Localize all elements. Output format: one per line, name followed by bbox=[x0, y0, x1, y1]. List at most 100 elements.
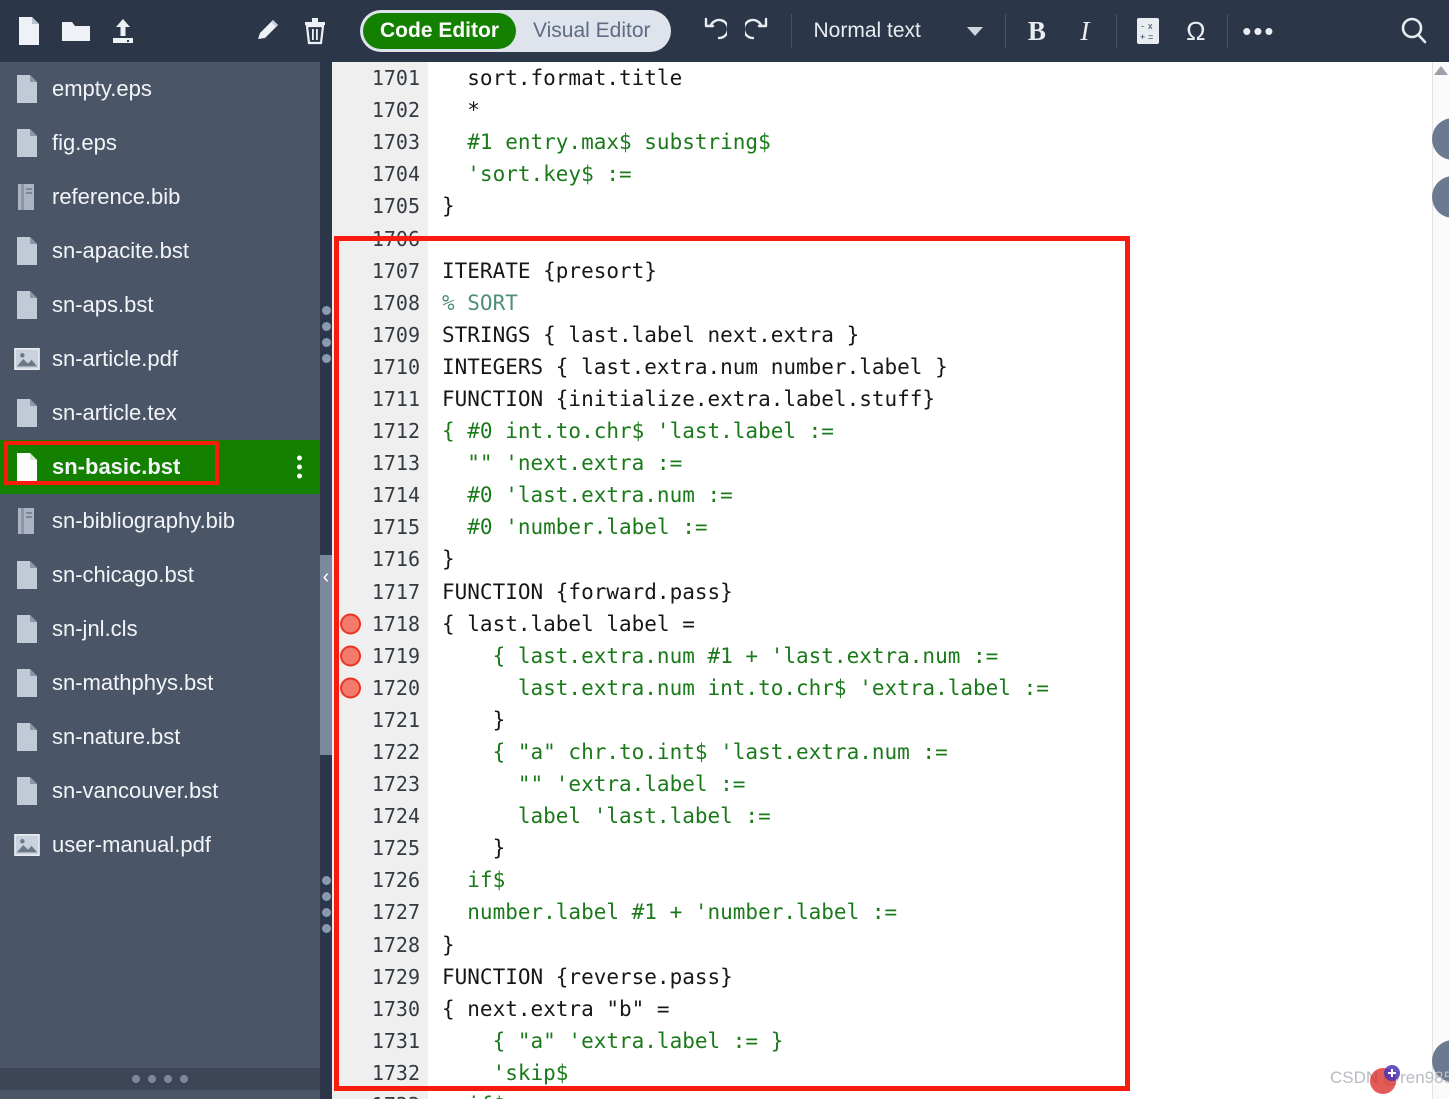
code-line[interactable]: 1701 sort.format.title bbox=[332, 62, 1432, 94]
code-line[interactable]: 1727 number.label #1 + 'number.label := bbox=[332, 896, 1432, 928]
code-line[interactable]: 1731 { "a" 'extra.label := } bbox=[332, 1025, 1432, 1057]
file-item-sn-apacite-bst[interactable]: sn-apacite.bst bbox=[0, 224, 320, 278]
tab-code-editor[interactable]: Code Editor bbox=[363, 13, 516, 49]
code-line[interactable]: 1710 INTEGERS { last.extra.num number.lab… bbox=[332, 351, 1432, 383]
line-number: 1730 bbox=[371, 996, 420, 1021]
code-line[interactable]: 1729 FUNCTION {reverse.pass} bbox=[332, 961, 1432, 993]
file-icon bbox=[14, 398, 40, 428]
code-editor-pane[interactable]: 1701 sort.format.title 1702 * 1703 #1 entr… bbox=[332, 62, 1432, 1099]
file-item-label: sn-article.pdf bbox=[52, 346, 178, 371]
file-item-reference-bib[interactable]: reference.bib bbox=[0, 170, 320, 224]
file-item-sn-article-pdf[interactable]: sn-article.pdf bbox=[0, 332, 320, 386]
code-line-text: { #0 int.to.chr$ 'last.label := bbox=[442, 419, 834, 444]
code-line[interactable]: 1709 STRINGS { last.label next.extra } bbox=[332, 319, 1432, 351]
file-item-sn-nature-bst[interactable]: sn-nature.bst bbox=[0, 710, 320, 764]
new-file-icon[interactable] bbox=[14, 13, 45, 49]
code-line[interactable]: 1717 FUNCTION {forward.pass} bbox=[332, 576, 1432, 608]
file-item-sn-jnl-cls[interactable]: sn-jnl.cls bbox=[0, 602, 320, 656]
sidebar-resize-handle-top[interactable] bbox=[321, 306, 331, 363]
code-line-text: INTEGERS { last.extra.num number.label } bbox=[442, 354, 948, 379]
editor-mode-toggle[interactable]: Code Editor Visual Editor bbox=[360, 10, 671, 52]
sidebar-resize-handle-bottom[interactable] bbox=[321, 876, 331, 933]
file-item-sn-article-tex[interactable]: sn-article.tex bbox=[0, 386, 320, 440]
bold-button[interactable]: B bbox=[1020, 13, 1054, 49]
line-number: 1703 bbox=[371, 130, 420, 155]
image-icon bbox=[14, 830, 40, 860]
code-line[interactable]: 1725 } bbox=[332, 832, 1432, 864]
file-item-sn-aps-bst[interactable]: sn-aps.bst bbox=[0, 278, 320, 332]
breakpoint-marker[interactable] bbox=[340, 613, 361, 635]
code-line[interactable]: 1722 { "a" chr.to.int$ 'last.extra.num :… bbox=[332, 736, 1432, 768]
file-item-user-manual-pdf[interactable]: user-manual.pdf bbox=[0, 818, 320, 872]
search-icon[interactable] bbox=[1397, 13, 1431, 49]
code-line[interactable]: 1730 { next.extra "b" = bbox=[332, 993, 1432, 1025]
file-icon bbox=[14, 776, 40, 806]
sidebar-horizontal-resize-handle[interactable] bbox=[0, 1068, 320, 1090]
file-item-fig-eps[interactable]: fig.eps bbox=[0, 116, 320, 170]
code-line-text: } bbox=[442, 194, 455, 219]
chevron-down-icon bbox=[966, 26, 983, 36]
code-line[interactable]: 1721 } bbox=[332, 704, 1432, 736]
tab-visual-editor[interactable]: Visual Editor bbox=[516, 13, 668, 49]
new-folder-icon[interactable] bbox=[61, 13, 92, 49]
code-line[interactable]: 1720 last.extra.num int.to.chr$ 'extra.l… bbox=[332, 672, 1432, 704]
code-line[interactable]: 1715 #0 'number.label := bbox=[332, 511, 1432, 543]
file-item-empty-eps[interactable]: empty.eps bbox=[0, 62, 320, 116]
text-style-dropdown[interactable]: Normal text bbox=[806, 19, 991, 43]
code-line[interactable]: 1733 if$ bbox=[332, 1089, 1432, 1099]
code-line[interactable]: 1704 'sort.key$ := bbox=[332, 158, 1432, 190]
special-character-icon[interactable]: Ω bbox=[1179, 13, 1213, 49]
upload-icon[interactable] bbox=[107, 13, 138, 49]
code-line-text: } bbox=[442, 932, 455, 957]
file-item-sn-bibliography-bib[interactable]: sn-bibliography.bib bbox=[0, 494, 320, 548]
file-options-kebab-icon[interactable] bbox=[297, 455, 302, 479]
image-icon bbox=[14, 344, 40, 374]
code-line-text: #0 'last.extra.num := bbox=[442, 483, 733, 508]
line-number: 1721 bbox=[371, 707, 420, 732]
text-style-label: Normal text bbox=[813, 19, 921, 42]
code-line[interactable]: 1723 "" 'extra.label := bbox=[332, 768, 1432, 800]
code-line[interactable]: 1703 #1 entry.max$ substring$ bbox=[332, 126, 1432, 158]
math-icon[interactable]: - x + = bbox=[1131, 13, 1165, 49]
breakpoint-marker[interactable] bbox=[340, 677, 361, 699]
code-line[interactable]: 1708 % SORT bbox=[332, 287, 1432, 319]
redo-icon[interactable] bbox=[743, 13, 777, 49]
more-options-icon[interactable]: ••• bbox=[1242, 13, 1276, 49]
file-icon bbox=[14, 290, 40, 320]
breakpoint-marker[interactable] bbox=[340, 645, 361, 667]
line-number: 1732 bbox=[371, 1060, 420, 1085]
code-line[interactable]: 1706 bbox=[332, 222, 1432, 254]
scroll-up-arrow-icon[interactable] bbox=[1434, 66, 1448, 75]
file-icon bbox=[14, 722, 40, 752]
code-line[interactable]: 1707 ITERATE {presort} bbox=[332, 255, 1432, 287]
file-icon bbox=[14, 128, 40, 158]
undo-icon[interactable] bbox=[695, 13, 729, 49]
code-line[interactable]: 1713 "" 'next.extra := bbox=[332, 447, 1432, 479]
delete-icon[interactable] bbox=[299, 13, 330, 49]
line-number: 1707 bbox=[371, 258, 420, 283]
code-line[interactable]: 1728} bbox=[332, 929, 1432, 961]
code-line[interactable]: 1712 { #0 int.to.chr$ 'last.label := bbox=[332, 415, 1432, 447]
toolbar-divider-1 bbox=[790, 14, 792, 48]
editor-vertical-scrollbar[interactable] bbox=[1432, 62, 1449, 1099]
code-line[interactable]: 1726 if$ bbox=[332, 864, 1432, 896]
code-line[interactable]: 1714 #0 'last.extra.num := bbox=[332, 479, 1432, 511]
code-line[interactable]: 1702 * bbox=[332, 94, 1432, 126]
code-line[interactable]: 1719 { last.extra.num #1 + 'last.extra.n… bbox=[332, 640, 1432, 672]
file-item-sn-vancouver-bst[interactable]: sn-vancouver.bst bbox=[0, 764, 320, 818]
file-item-sn-mathphys-bst[interactable]: sn-mathphys.bst bbox=[0, 656, 320, 710]
code-line[interactable]: 1724 label 'last.label := bbox=[332, 800, 1432, 832]
code-lines-container[interactable]: 1701 sort.format.title 1702 * 1703 #1 entr… bbox=[332, 62, 1432, 1099]
code-line[interactable]: 1716} bbox=[332, 543, 1432, 575]
file-item-sn-basic-bst[interactable]: sn-basic.bst bbox=[0, 440, 320, 494]
code-line[interactable]: 1711 FUNCTION {initialize.extra.label.stu… bbox=[332, 383, 1432, 415]
file-sidebar[interactable]: empty.eps fig.eps reference.bib sn-apacite.… bbox=[0, 62, 320, 1099]
line-number: 1706 bbox=[371, 226, 420, 251]
rename-icon[interactable] bbox=[253, 13, 284, 49]
italic-button[interactable]: I bbox=[1068, 13, 1102, 49]
file-item-sn-chicago-bst[interactable]: sn-chicago.bst bbox=[0, 548, 320, 602]
line-number: 1716 bbox=[371, 547, 420, 572]
code-line[interactable]: 1718{ last.label label = bbox=[332, 608, 1432, 640]
code-line[interactable]: 1732 'skip$ bbox=[332, 1057, 1432, 1089]
code-line[interactable]: 1705} bbox=[332, 190, 1432, 222]
